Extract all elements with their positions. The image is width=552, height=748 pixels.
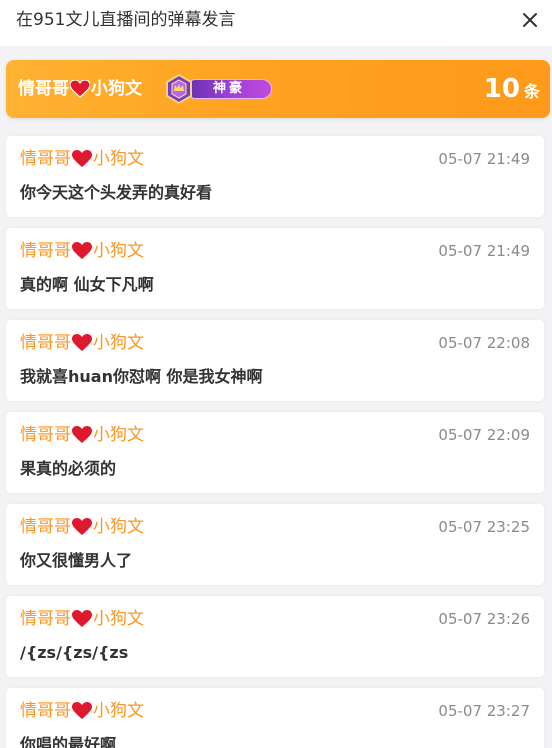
badge-label: 神豪 [212, 81, 245, 96]
message-text: 你又很懂男人了 [20, 551, 133, 570]
message-username[interactable]: 情哥哥 小狗文 [20, 424, 144, 446]
message-timestamp: 05-07 23:27 [438, 702, 530, 720]
message-card: 情哥哥 小狗文 05-07 22:08 我就喜huan你怼啊 你是我女神啊 [6, 320, 544, 401]
message-username[interactable]: 情哥哥 小狗文 [20, 240, 144, 262]
heart-icon [72, 610, 92, 627]
message-username[interactable]: 情哥哥 小狗文 [20, 332, 144, 354]
heart-icon [72, 702, 92, 719]
banner-username-suffix: 小狗文 [91, 79, 142, 99]
message-username[interactable]: 情哥哥 小狗文 [20, 608, 144, 630]
crown-emblem-icon [166, 74, 192, 104]
title-bar: 在951文儿直播间的弹幕发言 [0, 0, 552, 46]
message-card: 情哥哥 小狗文 05-07 22:09 果真的必须的 [6, 412, 544, 493]
message-username-suffix: 小狗文 [93, 609, 144, 629]
message-timestamp: 05-07 22:09 [438, 426, 530, 444]
message-username-prefix: 情哥哥 [20, 517, 71, 537]
message-card: 情哥哥 小狗文 05-07 23:27 你唱的最好啊 [6, 688, 544, 748]
heart-icon [72, 150, 92, 167]
heart-icon [72, 426, 92, 443]
message-username-prefix: 情哥哥 [20, 609, 71, 629]
danmaku-history-panel: 在951文儿直播间的弹幕发言 情哥哥 小狗文 神豪 10 条 情哥哥 小狗文 0… [0, 0, 552, 748]
heart-icon [72, 242, 92, 259]
heart-icon [72, 334, 92, 351]
message-timestamp: 05-07 23:26 [438, 610, 530, 628]
close-button[interactable] [516, 6, 544, 34]
message-card: 情哥哥 小狗文 05-07 23:25 你又很懂男人了 [6, 504, 544, 585]
message-username-suffix: 小狗文 [93, 241, 144, 261]
heart-icon [70, 80, 90, 98]
message-timestamp: 05-07 21:49 [438, 242, 530, 260]
message-timestamp: 05-07 21:49 [438, 150, 530, 168]
message-username-prefix: 情哥哥 [20, 241, 71, 261]
message-count-unit: 条 [523, 82, 540, 101]
message-count: 10 条 [484, 74, 540, 104]
message-text: 我就喜huan你怼啊 你是我女神啊 [20, 367, 263, 386]
message-username[interactable]: 情哥哥 小狗文 [20, 516, 144, 538]
user-summary-banner: 情哥哥 小狗文 神豪 10 条 [6, 60, 550, 118]
message-username-prefix: 情哥哥 [20, 425, 71, 445]
message-username-suffix: 小狗文 [93, 517, 144, 537]
message-text: 果真的必须的 [20, 459, 117, 478]
rank-badge: 神豪 [164, 74, 274, 104]
banner-username-prefix: 情哥哥 [18, 79, 69, 99]
message-username-suffix: 小狗文 [93, 701, 144, 721]
message-count-number: 10 [483, 74, 520, 104]
message-username-suffix: 小狗文 [93, 149, 144, 169]
message-timestamp: 05-07 23:25 [438, 518, 530, 536]
panel-title: 在951文儿直播间的弹幕发言 [16, 10, 236, 30]
message-username-suffix: 小狗文 [93, 333, 144, 353]
message-text: 真的啊 仙女下凡啊 [20, 275, 154, 294]
message-username[interactable]: 情哥哥 小狗文 [20, 700, 144, 722]
heart-icon [72, 518, 92, 535]
message-username[interactable]: 情哥哥 小狗文 [20, 148, 144, 170]
message-text: 你今天这个头发弄的真好看 [20, 183, 213, 202]
message-card: 情哥哥 小狗文 05-07 23:26 /{zs/{zs/{zs [6, 596, 544, 677]
close-icon[interactable] [516, 6, 544, 34]
message-username-suffix: 小狗文 [93, 425, 144, 445]
message-card: 情哥哥 小狗文 05-07 21:49 你今天这个头发弄的真好看 [6, 136, 544, 217]
message-text: 你唱的最好啊 [20, 735, 117, 748]
message-list[interactable]: 情哥哥 小狗文 05-07 21:49 你今天这个头发弄的真好看 情哥哥 小狗文… [6, 136, 544, 748]
message-username-prefix: 情哥哥 [20, 149, 71, 169]
message-timestamp: 05-07 22:08 [438, 334, 530, 352]
message-text: /{zs/{zs/{zs [20, 643, 129, 662]
message-username-prefix: 情哥哥 [20, 333, 71, 353]
message-card: 情哥哥 小狗文 05-07 21:49 真的啊 仙女下凡啊 [6, 228, 544, 309]
message-username-prefix: 情哥哥 [20, 701, 71, 721]
banner-username[interactable]: 情哥哥 小狗文 [18, 78, 142, 100]
